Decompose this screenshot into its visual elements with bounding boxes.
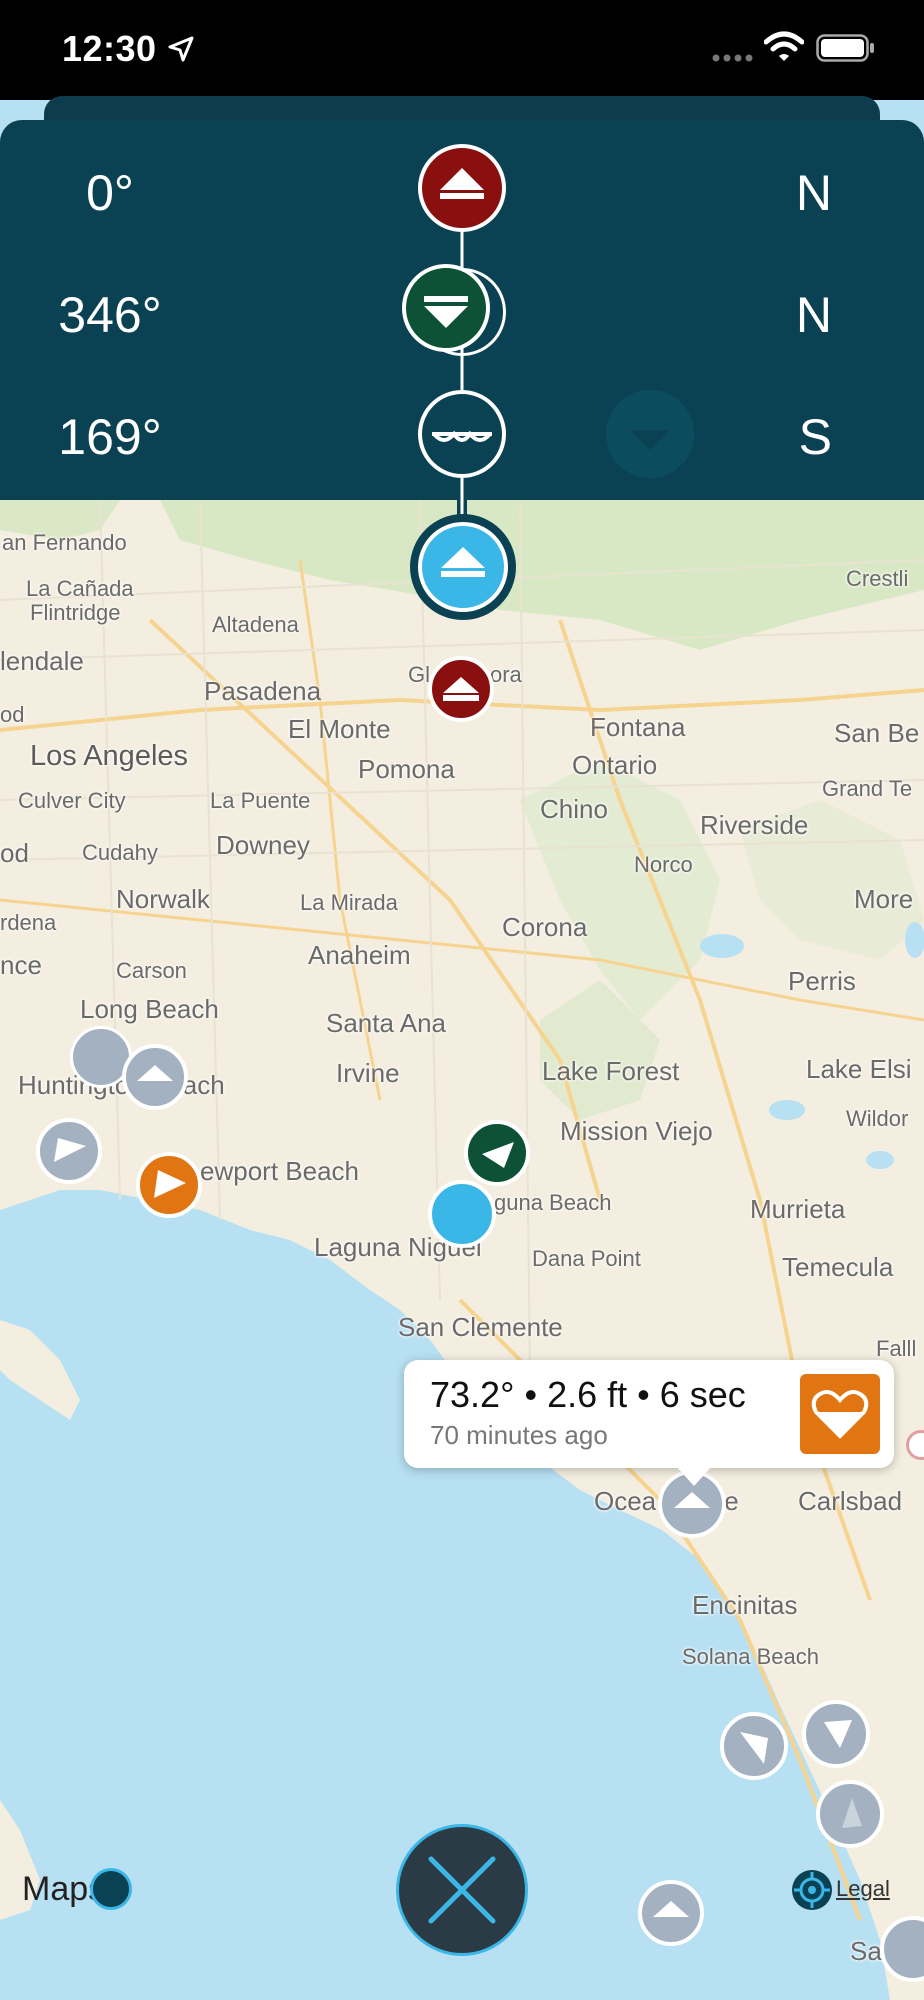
map-label: Riverside [700,810,809,840]
surf-spot-marker[interactable] [720,1712,788,1780]
map-label: ewport Beach [200,1156,359,1186]
row-3-marker[interactable] [418,390,506,478]
surf-spot-marker-orange[interactable] [136,1152,202,1218]
surf-spot-marker[interactable] [122,1044,188,1110]
map-label: Solana Beach [682,1644,819,1669]
selected-spot-dot[interactable] [428,1180,496,1248]
map-label: Falll [876,1336,917,1361]
row-3-faded-marker [606,390,694,478]
arrow-down-icon [424,296,468,328]
map-label: Carson [116,958,187,983]
map-label: Culver City [18,788,126,813]
locate-me-button[interactable] [790,1868,834,1912]
surf-spot-marker[interactable] [802,1700,870,1768]
map-label: Lake Elsi [806,1054,912,1084]
favorite-button[interactable] [800,1374,880,1454]
arrow-up-icon [440,168,484,199]
map-label: Long Beach [80,994,219,1024]
row-1-marker[interactable] [418,144,506,232]
active-spot-marker[interactable] [410,514,516,620]
map-label: El Monte [288,714,391,744]
map-label: Encinitas [692,1590,798,1620]
map-label: Temecula [782,1252,894,1282]
map-label: Downey [216,830,310,860]
popup-timestamp: 70 minutes ago [430,1420,608,1450]
close-icon [428,1856,496,1924]
map-label: Anaheim [308,940,411,970]
map-label: guna Beach [494,1190,612,1215]
arrow-down-icon [630,430,670,450]
arrow-up-icon [137,1065,173,1081]
map-label: San Clemente [398,1312,563,1342]
map-label: Corona [502,912,588,942]
map-label: Norwalk [116,884,210,914]
arrow-up-icon [653,1901,689,1917]
map-label: Los Angeles [30,740,189,772]
map-label: Cudahy [82,840,158,865]
surf-spot-marker[interactable] [638,1880,704,1946]
map-label: La Puente [210,788,311,813]
arrow-left-icon [482,1142,514,1168]
map-label: od [0,838,29,868]
arrow-right-icon [154,1170,186,1198]
arrow-up-icon [842,1798,862,1828]
surf-spot-marker[interactable] [36,1118,102,1184]
map-label: Perris [788,966,856,996]
map-view[interactable]: an Fernando La Cañada Flintridge Altaden… [0,500,924,2000]
map-label: More [854,884,914,914]
app-root: 12:30 0° N 346° N 169° S an Fernando La … [0,0,924,2000]
map-label: Ocea [594,1486,657,1516]
map-label: Fontana [590,712,686,742]
wave-icon [432,430,492,442]
compass-icon[interactable] [90,1868,132,1910]
map-label: Mission Viejo [560,1116,713,1146]
map-label: San Be [834,718,920,748]
map-label: nce [0,950,42,980]
map-label: Norco [634,852,693,877]
map-label: Irvine [336,1058,400,1088]
map-label: Murrieta [750,1194,846,1224]
map-label: Chino [540,794,608,824]
surf-spot-marker-green[interactable] [464,1120,530,1186]
map-label: Dana Point [532,1246,641,1271]
surf-spot-marker-red[interactable] [428,656,494,722]
popup-conditions: 73.2° • 2.6 ft • 6 sec [430,1374,746,1415]
active-spot-inner [418,522,508,612]
map-label: Pomona [358,754,455,784]
map-label: Ontario [572,750,658,780]
map-label: Wildor [846,1106,909,1131]
popup-tail [676,1466,712,1486]
map-label: od [0,702,25,727]
arrow-down-right-icon [740,1732,768,1764]
map-label: Santa Ana [326,1008,446,1038]
crosshair-icon [792,1870,832,1910]
close-button[interactable] [396,1824,528,1956]
map-label: lendale [0,646,84,676]
map-label: Grand Te [822,776,913,801]
arrow-up-icon [441,547,485,577]
surf-spot-marker[interactable] [816,1780,884,1848]
legal-link[interactable]: Legal [836,1876,890,1902]
map-label: La Mirada [300,890,398,915]
arrow-right-icon [54,1138,86,1162]
heart-icon [811,1390,869,1439]
map-label: rdena [0,910,57,935]
spot-info-popup[interactable]: 73.2° • 2.6 ft • 6 sec 70 minutes ago [404,1360,894,1468]
map-label: Gl [408,662,430,687]
arrow-up-icon [443,677,479,701]
map-label: Carlsbad [798,1486,903,1516]
map-label: Lake Forest [542,1056,680,1086]
arrow-down-icon [824,1720,852,1748]
row-2-marker[interactable] [402,264,490,352]
map-label: ora [490,662,522,687]
map-label: Pasadena [204,676,322,706]
